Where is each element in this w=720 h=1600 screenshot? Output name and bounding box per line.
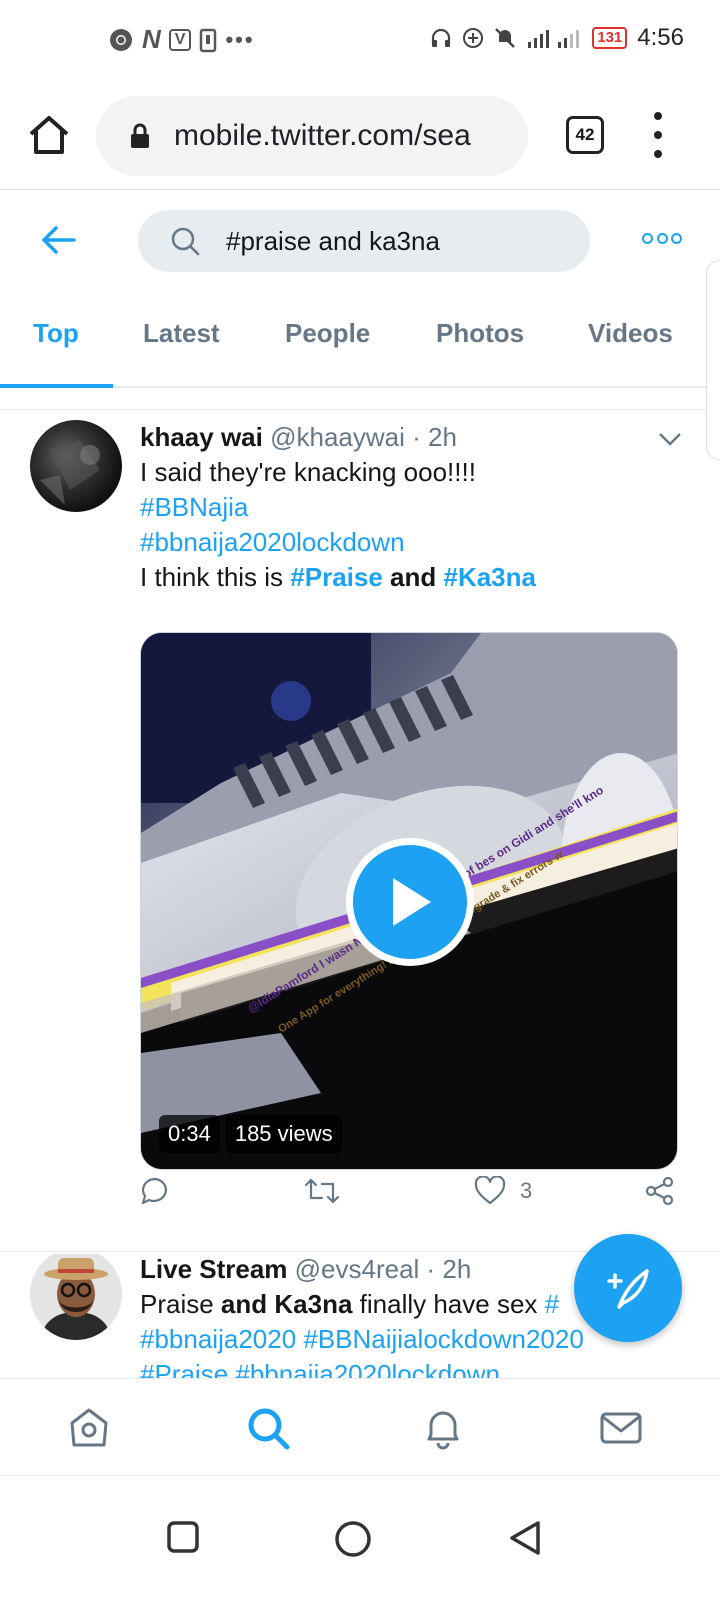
tweet-author-handle: @khaaywai	[270, 422, 405, 452]
compose-tweet-button[interactable]	[574, 1234, 682, 1342]
play-icon	[393, 878, 431, 926]
tab-switcher-button[interactable]: 42	[566, 116, 604, 154]
heart-icon	[474, 1176, 506, 1205]
nav-notifications[interactable]	[418, 1403, 468, 1453]
chevron-down-icon[interactable]	[658, 432, 682, 446]
search-box[interactable]	[138, 210, 590, 272]
like-button[interactable]: 3	[474, 1176, 532, 1206]
tweet-actions: 3	[140, 1176, 688, 1220]
hashtag-link[interactable]: #	[545, 1289, 559, 1319]
tweet-content: khaay wai @khaaywai · 2h I said they're …	[140, 422, 690, 595]
retweet-icon	[304, 1178, 340, 1204]
mute-icon	[495, 28, 516, 48]
tweet-text-line: I said they're knacking ooo!!!!	[140, 457, 476, 487]
nav-messages[interactable]	[596, 1403, 646, 1453]
status-left-icons: N V •••	[108, 24, 255, 55]
tweet-text: finally have sex	[352, 1289, 545, 1319]
tab-latest[interactable]: Latest	[143, 318, 220, 349]
url-text: mobile.twitter.com/sea	[174, 119, 471, 152]
tweet-text: Praise	[140, 1289, 221, 1319]
tab-people[interactable]: People	[285, 318, 370, 349]
chrome-icon	[110, 28, 132, 51]
play-button[interactable]	[346, 838, 474, 966]
headphones-icon	[432, 28, 451, 47]
home-button[interactable]	[26, 112, 72, 158]
tweet-author-name[interactable]: khaay wai	[140, 422, 263, 452]
status-time: 4:56	[637, 24, 684, 51]
avatar-image	[30, 1254, 122, 1340]
search-icon	[171, 227, 200, 256]
browser-toolbar: mobile.twitter.com/sea 42	[0, 80, 720, 190]
status-right-icons: 131 4:56	[430, 24, 684, 52]
battery-indicator: 131	[592, 27, 628, 49]
tab-videos[interactable]: Videos	[588, 318, 673, 349]
tweet-author-name[interactable]: Live Stream	[140, 1254, 287, 1284]
tab-photos[interactable]: Photos	[436, 318, 524, 349]
nav-home[interactable]	[64, 1403, 114, 1453]
lock-icon	[131, 123, 149, 148]
search-icon	[248, 1408, 290, 1450]
share-button[interactable]	[644, 1176, 676, 1206]
reply-icon	[141, 1177, 167, 1205]
video-views: 185 views	[225, 1115, 342, 1153]
nav-search[interactable]	[243, 1403, 293, 1453]
search-header	[0, 190, 720, 290]
tweet-author-handle: @evs4real	[294, 1254, 420, 1284]
reply-button[interactable]	[140, 1176, 170, 1206]
v-icon: V	[168, 28, 192, 51]
notifications-icon	[427, 1411, 459, 1450]
video-player[interactable]: @IdiaPamford I wasn Nengi to try this ga…	[140, 632, 678, 1170]
clipboard-icon	[200, 28, 217, 52]
tabs-divider	[0, 388, 720, 410]
search-input[interactable]	[226, 225, 566, 257]
tweet-time: · 2h	[426, 1254, 472, 1284]
hashtag-link[interactable]: #BBNajia	[140, 490, 690, 525]
search-tabs: Top Latest People Photos Videos	[0, 290, 720, 388]
home-system-button[interactable]	[334, 1520, 372, 1558]
tweet-text-line: I think this is #Praise and #Ka3na	[140, 560, 690, 595]
more-dots-icon: •••	[225, 26, 255, 52]
back-system-button[interactable]	[508, 1520, 542, 1556]
tweet[interactable]: khaay wai @khaaywai · 2h I said they're …	[0, 412, 720, 1252]
home-icon	[70, 1408, 108, 1447]
tweet-time: · 2h	[412, 422, 457, 452]
back-arrow-icon[interactable]	[38, 220, 78, 260]
data-saver-icon	[463, 28, 484, 48]
browser-menu-button[interactable]	[648, 112, 668, 158]
video-badges: 0:34 185 views	[159, 1115, 342, 1153]
tweet-text: and	[382, 562, 444, 592]
recent-apps-button[interactable]	[166, 1520, 200, 1554]
tweet-header: khaay wai @khaaywai · 2h	[140, 422, 690, 453]
more-options-button[interactable]	[642, 230, 682, 246]
bottom-navigation	[0, 1378, 720, 1476]
video-duration: 0:34	[159, 1115, 220, 1153]
system-navigation-bar	[0, 1476, 720, 1600]
avatar[interactable]	[30, 420, 122, 512]
status-bar: N V ••• 131 4:56	[0, 0, 720, 80]
address-bar[interactable]: mobile.twitter.com/sea	[96, 96, 528, 176]
tweet-text: I think this is	[140, 562, 291, 592]
hashtag-link[interactable]: #bbnaija2020lockdown	[140, 525, 690, 560]
signal-icon	[528, 30, 580, 48]
avatar-image	[40, 440, 100, 505]
n-icon: N	[142, 24, 161, 54]
hashtag-link[interactable]: #Ka3na	[443, 562, 536, 592]
share-icon	[645, 1176, 674, 1206]
hashtag-link[interactable]: #Praise	[290, 562, 383, 592]
messages-icon	[600, 1412, 642, 1444]
like-count: 3	[520, 1178, 533, 1203]
avatar[interactable]	[30, 1254, 122, 1340]
tweet-text: and Ka3na	[220, 1289, 353, 1319]
tab-top[interactable]: Top	[33, 318, 79, 349]
retweet-button[interactable]	[304, 1176, 340, 1206]
compose-feather-icon	[607, 1269, 649, 1309]
